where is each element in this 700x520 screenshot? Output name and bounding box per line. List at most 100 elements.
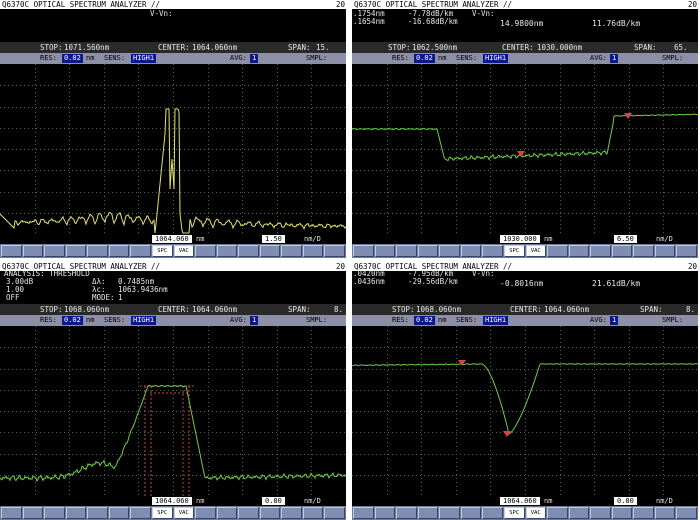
softkey-2[interactable]: [22, 507, 44, 519]
span-value[interactable]: 65.: [674, 42, 688, 53]
softkey-10[interactable]: [547, 245, 568, 257]
softkey-1[interactable]: [353, 245, 374, 257]
softkey-14[interactable]: [281, 507, 302, 519]
softkey-6[interactable]: [108, 245, 130, 257]
span-value[interactable]: 8.: [686, 304, 695, 315]
center-value[interactable]: 1064.060nm: [544, 304, 589, 315]
softkey-5[interactable]: [439, 507, 460, 519]
softkey-spc[interactable]: SPC: [151, 245, 173, 257]
softkey-7[interactable]: [130, 245, 151, 257]
softkey-3[interactable]: [396, 245, 417, 257]
softkey-1[interactable]: [353, 507, 374, 519]
softkey-6[interactable]: [460, 245, 482, 257]
stop-value[interactable]: 1068.060nm: [416, 304, 461, 315]
center-value[interactable]: 1064.060nm: [192, 42, 237, 53]
res-value[interactable]: 0.02: [62, 54, 83, 63]
softkey-10[interactable]: [195, 245, 216, 257]
softkey-vac[interactable]: VAC: [173, 245, 195, 257]
avg-value[interactable]: 1: [250, 316, 259, 325]
softkey-2[interactable]: [22, 245, 44, 257]
scale-value[interactable]: 0.80: [614, 497, 637, 505]
softkey-12[interactable]: [590, 245, 611, 257]
marker-wavelength[interactable]: 1030.000: [500, 235, 540, 243]
softkey-11[interactable]: [216, 245, 238, 257]
span-value[interactable]: 8.: [334, 304, 343, 315]
softkey-7[interactable]: [482, 245, 503, 257]
res-label: RES:: [40, 316, 57, 324]
center-value[interactable]: 1030.000nm: [537, 42, 582, 53]
resolution-bar: RES: 0.02 nm SENS: HIGH1 AVG: 1 SMPL:: [0, 53, 346, 64]
softkey-4[interactable]: [417, 245, 439, 257]
softkey-spc[interactable]: SPC: [503, 245, 525, 257]
marker-wavelength[interactable]: 1064.060: [152, 235, 192, 243]
softkey-12[interactable]: [238, 507, 259, 519]
softkey-vac[interactable]: VAC: [525, 507, 547, 519]
softkey-16[interactable]: [676, 245, 697, 257]
res-value[interactable]: 0.02: [414, 316, 435, 325]
softkey-12[interactable]: [238, 245, 259, 257]
softkey-13[interactable]: [259, 245, 281, 257]
softkey-row: SPC VAC: [0, 506, 346, 520]
avg-value[interactable]: 1: [250, 54, 259, 63]
softkey-15[interactable]: [654, 245, 676, 257]
softkey-11[interactable]: [568, 245, 590, 257]
scale-value[interactable]: 1.50: [262, 235, 285, 243]
softkey-6[interactable]: [108, 507, 130, 519]
softkey-11[interactable]: [568, 507, 590, 519]
res-value[interactable]: 0.02: [414, 54, 435, 63]
softkey-1[interactable]: [1, 245, 22, 257]
softkey-3[interactable]: [44, 507, 65, 519]
sens-value[interactable]: HIGH1: [131, 54, 157, 63]
softkey-15[interactable]: [654, 507, 676, 519]
stop-value[interactable]: 1062.500nm: [412, 42, 457, 53]
softkey-spc[interactable]: SPC: [503, 507, 525, 519]
softkey-13[interactable]: [259, 507, 281, 519]
softkey-3[interactable]: [396, 507, 417, 519]
softkey-15[interactable]: [302, 245, 324, 257]
softkey-12[interactable]: [590, 507, 611, 519]
softkey-13[interactable]: [611, 245, 633, 257]
sens-value[interactable]: HIGH1: [131, 316, 157, 325]
softkey-14[interactable]: [633, 245, 654, 257]
avg-value[interactable]: 1: [610, 54, 619, 63]
softkey-vac[interactable]: VAC: [525, 245, 547, 257]
softkey-13[interactable]: [611, 507, 633, 519]
scale-value[interactable]: 6.50: [614, 235, 637, 243]
softkey-10[interactable]: [195, 507, 216, 519]
sens-value[interactable]: HIGH1: [483, 54, 509, 63]
softkey-4[interactable]: [65, 507, 87, 519]
stop-value[interactable]: 1071.560nm: [64, 42, 109, 53]
softkey-14[interactable]: [633, 507, 654, 519]
softkey-6[interactable]: [460, 507, 482, 519]
stop-value[interactable]: 1068.060nm: [64, 304, 109, 315]
softkey-2[interactable]: [374, 245, 396, 257]
softkey-5[interactable]: [87, 507, 108, 519]
marker-wavelength[interactable]: 1064.060: [500, 497, 540, 505]
scale-value[interactable]: 0.80: [262, 497, 285, 505]
softkey-5[interactable]: [439, 245, 460, 257]
softkey-11[interactable]: [216, 507, 238, 519]
center-value[interactable]: 1064.060nm: [192, 304, 237, 315]
softkey-10[interactable]: [547, 507, 568, 519]
softkey-14[interactable]: [281, 245, 302, 257]
softkey-7[interactable]: [130, 507, 151, 519]
softkey-7[interactable]: [482, 507, 503, 519]
sens-value[interactable]: HIGH1: [483, 316, 509, 325]
softkey-1[interactable]: [1, 507, 22, 519]
softkey-2[interactable]: [374, 507, 396, 519]
softkey-4[interactable]: [417, 507, 439, 519]
softkey-16[interactable]: [324, 507, 345, 519]
softkey-4[interactable]: [65, 245, 87, 257]
softkey-16[interactable]: [324, 245, 345, 257]
avg-value[interactable]: 1: [610, 316, 619, 325]
span-value[interactable]: 15.: [316, 42, 330, 53]
marker-wavelength[interactable]: 1064.060: [152, 497, 192, 505]
softkey-vac[interactable]: VAC: [173, 507, 195, 519]
softkey-3[interactable]: [44, 245, 65, 257]
softkey-15[interactable]: [302, 507, 324, 519]
softkey-16[interactable]: [676, 507, 697, 519]
smpl-label: SMPL:: [306, 54, 328, 62]
softkey-spc[interactable]: SPC: [151, 507, 173, 519]
res-value[interactable]: 0.02: [62, 316, 83, 325]
softkey-5[interactable]: [87, 245, 108, 257]
